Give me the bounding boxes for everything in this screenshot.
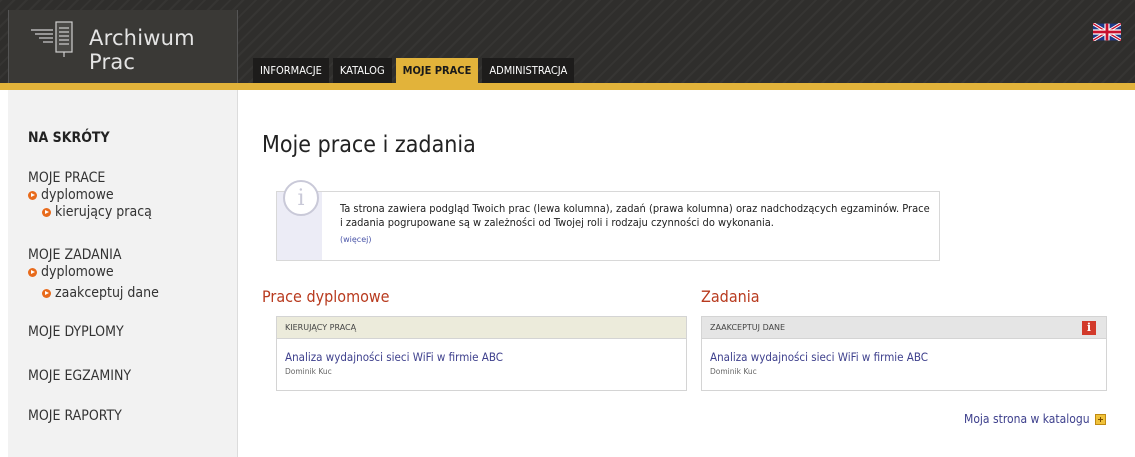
info-box: i Ta strona zawiera podgląd Twoich prac … <box>276 180 940 261</box>
arrow-bullet-icon <box>42 288 51 298</box>
header-accent-bar <box>0 83 1135 90</box>
sidebar-item-moje-raporty[interactable]: MOJE RAPORTY <box>28 408 122 424</box>
info-icon: i <box>283 180 319 216</box>
arrow-bullet-icon <box>28 267 37 277</box>
main-nav: INFORMACJE KATALOG MOJE PRACE ADMINISTRA… <box>253 58 575 84</box>
sidebar-item-label: kierujący pracą <box>55 204 152 220</box>
task-link[interactable]: Analiza wydajności sieci WiFi w firmie A… <box>710 350 928 364</box>
sidebar-item-label: dyplomowe <box>41 264 114 280</box>
panel-header-kierujacy: KIERUJĄCY PRACĄ <box>277 317 686 339</box>
arrow-bullet-icon <box>28 190 37 200</box>
plus-icon <box>1094 413 1106 425</box>
sidebar-item-zaakceptuj-dane[interactable]: zaakceptuj dane <box>42 285 159 301</box>
tab-moje-prace[interactable]: MOJE PRACE <box>395 58 479 83</box>
thesis-link[interactable]: Analiza wydajności sieci WiFi w firmie A… <box>285 350 503 364</box>
logo[interactable]: Archiwum Prac <box>8 10 238 83</box>
tab-administracja[interactable]: ADMINISTRACJA <box>482 58 575 83</box>
sidebar-item-kierujacy-praca[interactable]: kierujący pracą <box>42 204 152 220</box>
theses-panel: KIERUJĄCY PRACĄ Analiza wydajności sieci… <box>276 316 687 391</box>
right-column-title: Zadania <box>701 287 760 306</box>
catalog-link-label: Moja strona w katalogu <box>964 412 1090 426</box>
panel-header-zaakceptuj: ZAAKCEPTUJ DANE i <box>702 317 1106 339</box>
app-title: Archiwum Prac <box>89 26 195 74</box>
panel-header-label: ZAAKCEPTUJ DANE <box>710 323 786 332</box>
sidebar-item-moje-zadania[interactable]: MOJE ZADANIA <box>28 247 122 263</box>
sidebar-item-label: dyplomowe <box>41 187 114 203</box>
info-text: Ta strona zawiera podgląd Twoich prac (l… <box>340 202 930 229</box>
tab-katalog[interactable]: KATALOG <box>332 58 392 83</box>
uk-flag-icon[interactable] <box>1093 23 1121 41</box>
sidebar-item-moje-prace[interactable]: MOJE PRACE <box>28 170 105 186</box>
left-column-title: Prace dyplomowe <box>262 287 390 306</box>
tasks-panel: ZAAKCEPTUJ DANE i Analiza wydajności sie… <box>701 316 1107 391</box>
thesis-author: Dominik Kuc <box>285 367 332 376</box>
arrow-bullet-icon <box>42 207 51 217</box>
sidebar-gutter <box>0 90 8 457</box>
sidebar-item-moje-dyplomy[interactable]: MOJE DYPLOMY <box>28 324 124 340</box>
task-author: Dominik Kuc <box>710 367 757 376</box>
sidebar-item-zadania-dyplomowe[interactable]: dyplomowe <box>28 264 114 280</box>
sidebar-item-label: zaakceptuj dane <box>55 285 159 301</box>
info-more-link[interactable]: (więcej) <box>340 235 371 244</box>
sidebar-item-prace-dyplomowe[interactable]: dyplomowe <box>28 187 114 203</box>
sidebar-heading: NA SKRÓTY <box>28 130 110 146</box>
page-title: Moje prace i zadania <box>262 132 476 158</box>
document-stack-icon <box>31 21 73 57</box>
sidebar-item-moje-egzaminy[interactable]: MOJE EGZAMINY <box>28 368 131 384</box>
catalog-page-link[interactable]: Moja strona w katalogu <box>964 412 1106 426</box>
top-header: Archiwum Prac INFORMACJE KATALOG MOJE PR… <box>0 0 1135 83</box>
alert-icon[interactable]: i <box>1082 321 1096 335</box>
tab-informacje[interactable]: INFORMACJE <box>253 58 329 83</box>
